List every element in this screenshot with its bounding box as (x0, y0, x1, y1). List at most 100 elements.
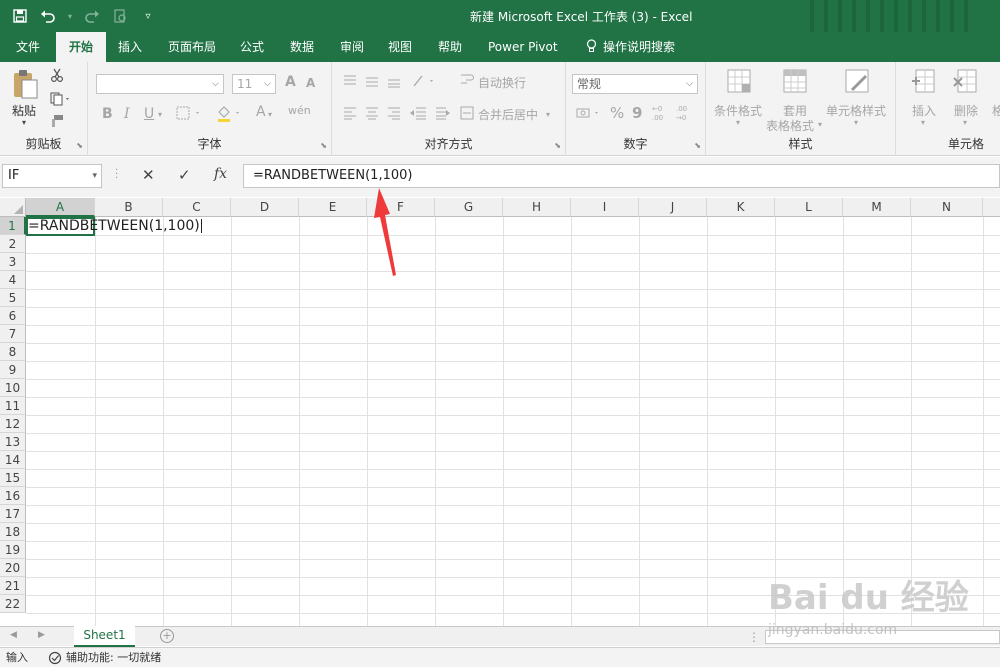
wrap-text-icon[interactable] (460, 72, 474, 89)
delete-cells-button[interactable]: 删除 (954, 102, 978, 119)
tab-view[interactable]: 视图 (380, 32, 420, 62)
scroll-right-icon[interactable]: ▶ (38, 630, 45, 640)
cut-icon[interactable] (50, 68, 64, 85)
splitter-handle[interactable]: · · · (115, 166, 118, 184)
chevron-down-icon[interactable]: ▾ (818, 120, 822, 129)
row-header[interactable]: 14 (0, 451, 26, 469)
dialog-launcher-icon[interactable]: ⬊ (320, 141, 327, 150)
accessibility-icon[interactable] (48, 651, 62, 667)
row-header[interactable]: 20 (0, 559, 26, 577)
row-header[interactable]: 19 (0, 541, 26, 559)
row-header[interactable]: 16 (0, 487, 26, 505)
row-header[interactable]: 10 (0, 379, 26, 397)
tab-page-layout[interactable]: 页面布局 (160, 32, 224, 62)
chevron-down-icon[interactable]: ▾ (963, 118, 967, 127)
bold-button[interactable]: B (102, 106, 113, 122)
row-header[interactable]: 12 (0, 415, 26, 433)
tab-data[interactable]: 数据 (282, 32, 322, 62)
row-header[interactable]: 8 (0, 343, 26, 361)
format-painter-icon[interactable] (50, 114, 64, 131)
column-header[interactable]: B (95, 198, 163, 217)
delete-cells-icon[interactable] (952, 68, 978, 94)
format-as-table-line2[interactable]: 表格格式 (766, 117, 814, 134)
row-header[interactable]: 1 (0, 217, 26, 235)
indent-icon[interactable] (410, 106, 450, 123)
sheet-tab[interactable]: Sheet1 (74, 626, 135, 647)
cell-styles-icon[interactable] (844, 68, 870, 94)
column-header[interactable]: K (707, 198, 775, 217)
row-header[interactable]: 9 (0, 361, 26, 379)
shrink-font-button[interactable]: A (306, 76, 315, 90)
column-header[interactable]: E (299, 198, 367, 217)
underline-button[interactable]: U (144, 106, 154, 122)
column-header-partial[interactable] (983, 198, 1000, 217)
tab-review[interactable]: 审阅 (332, 32, 372, 62)
row-header[interactable]: 18 (0, 523, 26, 541)
row-header[interactable]: 2 (0, 235, 26, 253)
row-header[interactable]: 15 (0, 469, 26, 487)
row-header[interactable]: 17 (0, 505, 26, 523)
fill-color-icon[interactable] (216, 106, 244, 125)
insert-function-button[interactable]: fx (214, 166, 227, 182)
add-sheet-button[interactable]: + (160, 629, 174, 643)
tell-me-search[interactable]: 操作说明搜索 (578, 32, 683, 62)
tab-formulas[interactable]: 公式 (232, 32, 272, 62)
chevron-down-icon[interactable]: ▾ (854, 118, 858, 127)
accounting-format-icon[interactable] (576, 106, 604, 123)
row-header[interactable]: 5 (0, 289, 26, 307)
tab-file[interactable]: 文件 (8, 32, 48, 62)
conditional-formatting-button[interactable]: 条件格式 (714, 102, 762, 119)
tab-insert[interactable]: 插入 (110, 32, 150, 62)
insert-cells-button[interactable]: 插入 (912, 102, 936, 119)
merge-center-icon[interactable] (460, 106, 474, 123)
chevron-down-icon[interactable]: ▾ (158, 110, 162, 119)
row-header[interactable]: 4 (0, 271, 26, 289)
print-preview-icon[interactable] (110, 6, 130, 26)
formula-input[interactable]: =RANDBETWEEN(1,100) (243, 164, 1000, 188)
column-header[interactable]: G (435, 198, 503, 217)
redo-icon[interactable] (82, 6, 102, 26)
insert-cells-icon[interactable] (910, 68, 936, 94)
row-header[interactable]: 3 (0, 253, 26, 271)
format-cells-button[interactable]: 格 (992, 102, 1000, 119)
tab-home[interactable]: 开始 (56, 32, 106, 62)
chevron-down-icon[interactable]: ▾ (921, 118, 925, 127)
undo-icon[interactable] (38, 6, 58, 26)
column-header[interactable]: M (843, 198, 911, 217)
merge-center-button[interactable]: 合并后居中 (478, 106, 538, 123)
font-size-combo[interactable]: 11 ⌵ (232, 74, 276, 94)
dialog-launcher-icon[interactable]: ⬊ (76, 141, 83, 150)
align-top-icon[interactable] (344, 74, 404, 91)
dialog-launcher-icon[interactable]: ⬊ (694, 141, 701, 150)
italic-button[interactable]: I (124, 106, 130, 122)
scroll-left-icon[interactable]: ◀ (10, 630, 17, 640)
save-icon[interactable] (10, 6, 30, 26)
chevron-down-icon[interactable]: ▾ (66, 6, 74, 26)
row-header[interactable]: 22 (0, 595, 26, 613)
name-box[interactable]: IF ▾ (2, 164, 102, 188)
tab-help[interactable]: 帮助 (430, 32, 470, 62)
comma-button[interactable]: 9 (632, 104, 642, 122)
column-header[interactable]: I (571, 198, 639, 217)
format-as-table-icon[interactable] (782, 68, 808, 94)
row-header[interactable]: 13 (0, 433, 26, 451)
row-header[interactable]: 11 (0, 397, 26, 415)
orientation-icon[interactable] (412, 74, 438, 91)
cancel-button[interactable]: ✕ (142, 166, 155, 184)
tab-power-pivot[interactable]: Power Pivot (480, 32, 566, 62)
column-header[interactable]: N (911, 198, 983, 217)
dialog-launcher-icon[interactable]: ⬊ (554, 141, 561, 150)
paste-button[interactable] (10, 68, 40, 103)
percent-button[interactable]: % (610, 104, 624, 122)
grow-font-button[interactable]: A (285, 74, 296, 90)
column-header[interactable]: D (231, 198, 299, 217)
column-header[interactable]: H (503, 198, 571, 217)
more-options-icon[interactable]: ⋮ (748, 630, 760, 644)
increase-decimal-icon[interactable]: ←0.00.00 →0 (652, 104, 696, 125)
chevron-down-icon[interactable]: ▾ (546, 110, 550, 119)
number-format-combo[interactable]: 常规 ⌵ (572, 74, 698, 94)
column-header[interactable]: L (775, 198, 843, 217)
conditional-formatting-icon[interactable] (726, 68, 752, 94)
row-header[interactable]: 21 (0, 577, 26, 595)
cell-a1-editor[interactable]: =RANDBETWEEN(1,100) (28, 217, 202, 235)
